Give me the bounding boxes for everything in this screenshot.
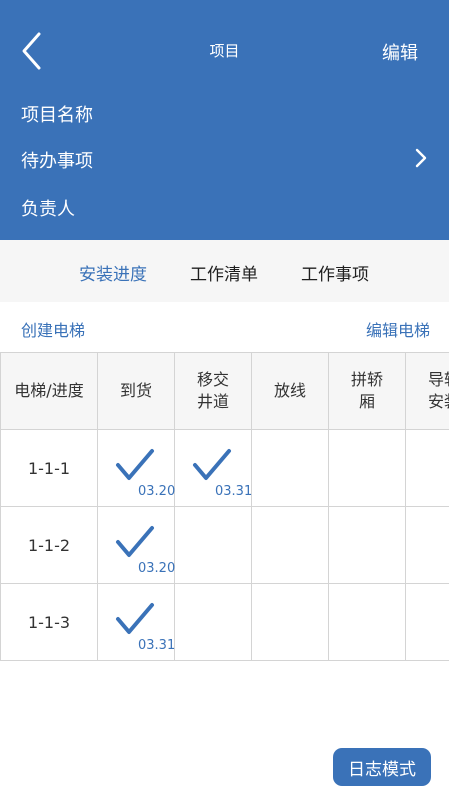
progress-cell[interactable] bbox=[405, 429, 449, 507]
completion-date: 03.31 bbox=[215, 484, 253, 499]
checkmark-icon bbox=[116, 449, 154, 480]
progress-cell[interactable] bbox=[174, 506, 252, 584]
progress-cell[interactable] bbox=[405, 506, 449, 584]
owner-row[interactable]: 负责人 bbox=[21, 195, 75, 221]
todo-label: 待办事项 bbox=[21, 151, 93, 172]
tab-bar: 安装进度 工作清单 工作事项 bbox=[0, 240, 449, 302]
checkmark-icon bbox=[116, 603, 154, 634]
progress-cell[interactable] bbox=[251, 583, 329, 661]
tab-install-progress[interactable]: 安装进度 bbox=[79, 260, 147, 285]
progress-cell[interactable]: 03.31 bbox=[97, 583, 176, 661]
table-row: 1-1-3 03.31 bbox=[0, 583, 449, 661]
tab-work-items[interactable]: 工作事项 bbox=[301, 260, 369, 285]
log-mode-button[interactable]: 日志模式 bbox=[333, 748, 431, 786]
column-header-stage: 到货 bbox=[97, 352, 175, 430]
progress-cell[interactable] bbox=[405, 583, 449, 661]
column-header-stage: 拼轿 厢 bbox=[328, 352, 406, 430]
checkmark-icon bbox=[116, 526, 154, 557]
todo-row[interactable]: 待办事项 bbox=[21, 147, 429, 173]
progress-cell[interactable] bbox=[328, 429, 406, 507]
tab-work-list[interactable]: 工作清单 bbox=[190, 260, 258, 285]
owner-label: 负责人 bbox=[21, 199, 75, 220]
column-header-stage: 导轨 安装 bbox=[405, 352, 449, 430]
back-button[interactable] bbox=[14, 30, 48, 72]
top-header: 项目 编辑 项目名称 待办事项 负责人 bbox=[0, 0, 449, 240]
project-name-row[interactable]: 项目名称 bbox=[21, 101, 93, 127]
checkmark-icon bbox=[193, 449, 231, 480]
progress-cell[interactable]: 03.20 bbox=[97, 429, 176, 507]
elevator-id[interactable]: 1-1-3 bbox=[0, 583, 98, 661]
progress-table: 电梯/进度到货移交 井道放线拼轿 厢导轨 安装 1-1-103.2003.311… bbox=[0, 352, 449, 661]
progress-cell[interactable] bbox=[174, 583, 252, 661]
column-header-stage: 放线 bbox=[251, 352, 329, 430]
completion-date: 03.20 bbox=[138, 561, 176, 576]
table-row: 1-1-1 03.20 03.31 bbox=[0, 429, 449, 507]
progress-cell[interactable]: 03.20 bbox=[97, 506, 176, 584]
progress-cell[interactable] bbox=[251, 429, 329, 507]
completion-date: 03.31 bbox=[138, 638, 176, 653]
column-header-elevator: 电梯/进度 bbox=[0, 352, 98, 430]
elevator-id[interactable]: 1-1-1 bbox=[0, 429, 98, 507]
create-elevator-button[interactable]: 创建电梯 bbox=[21, 317, 85, 341]
completion-date: 03.20 bbox=[138, 484, 176, 499]
progress-cell[interactable] bbox=[251, 506, 329, 584]
edit-elevator-button[interactable]: 编辑电梯 bbox=[366, 317, 430, 341]
chevron-right-icon bbox=[415, 148, 427, 168]
progress-cell[interactable] bbox=[328, 583, 406, 661]
elevator-id[interactable]: 1-1-2 bbox=[0, 506, 98, 584]
progress-cell[interactable] bbox=[328, 506, 406, 584]
column-header-stage: 移交 井道 bbox=[174, 352, 252, 430]
progress-cell[interactable]: 03.31 bbox=[174, 429, 253, 507]
chevron-left-icon bbox=[22, 32, 41, 70]
edit-button[interactable]: 编辑 bbox=[382, 39, 418, 65]
project-name-label: 项目名称 bbox=[21, 105, 93, 126]
table-row: 1-1-2 03.20 bbox=[0, 506, 449, 584]
